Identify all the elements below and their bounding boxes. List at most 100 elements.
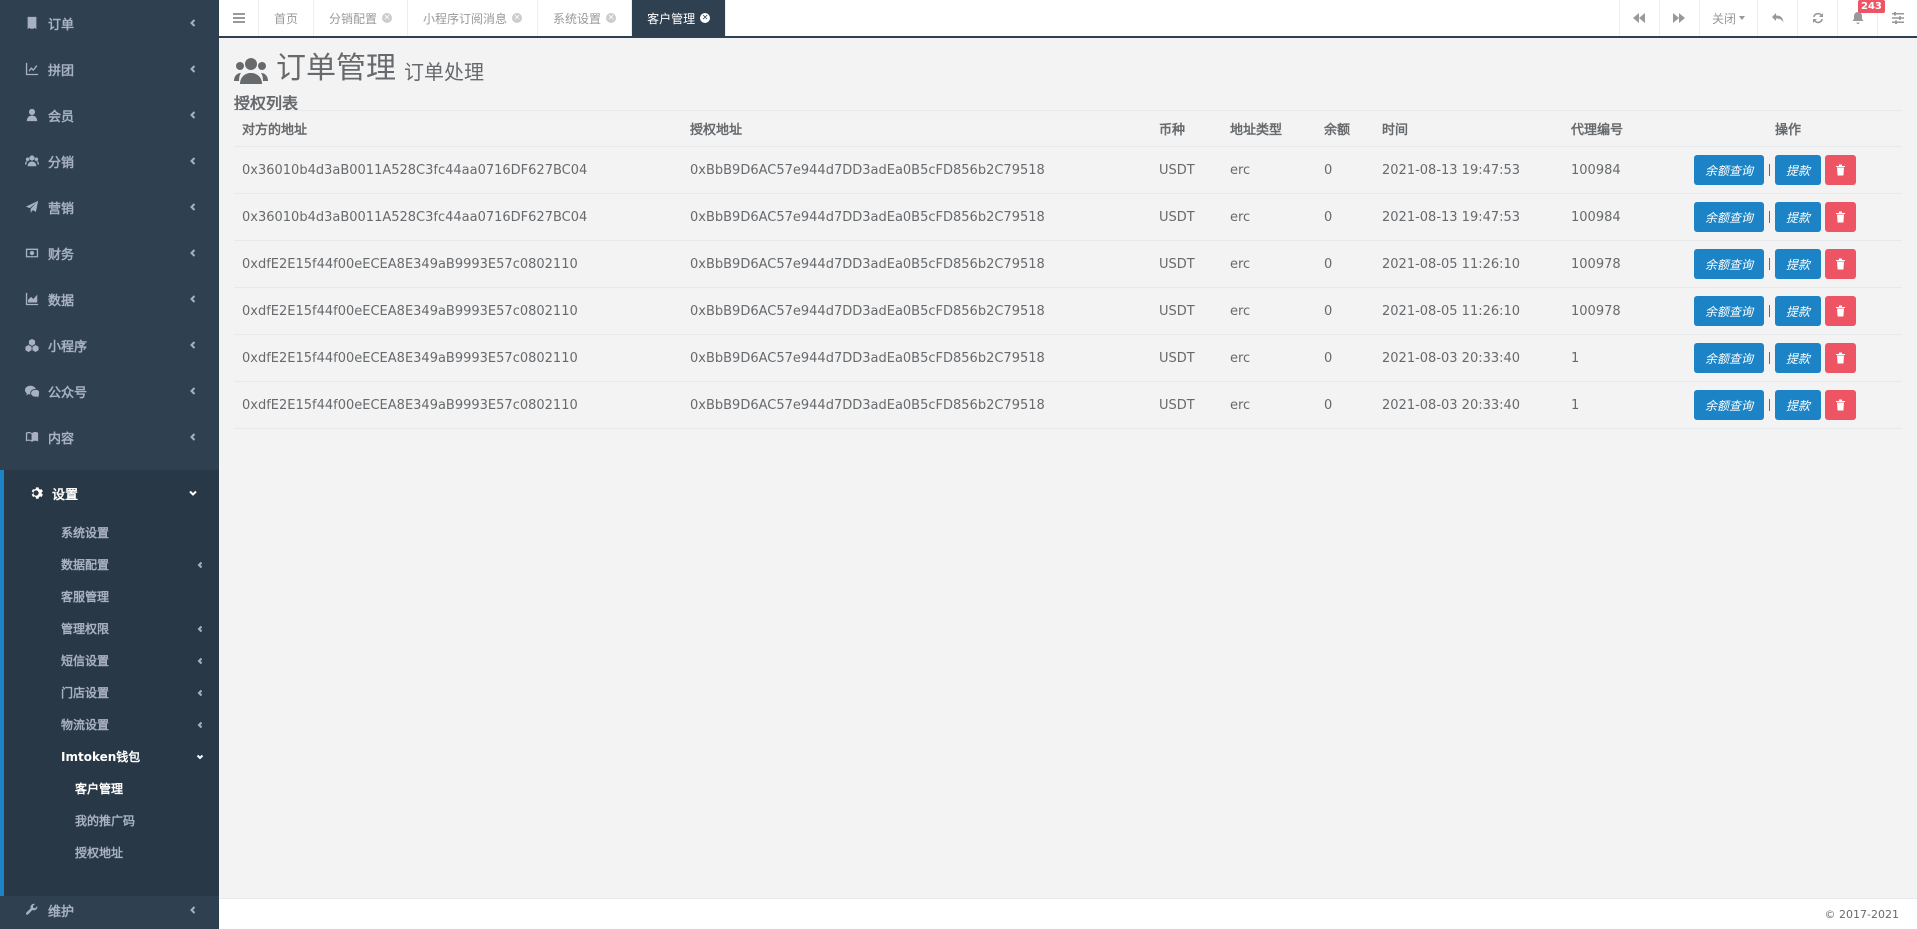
cell-agent: 100984 [1563, 193, 1674, 241]
receipt-icon [24, 16, 40, 30]
cell-type: erc [1222, 334, 1316, 382]
delete-button[interactable] [1825, 155, 1857, 185]
separator [1769, 352, 1770, 364]
tab-bar: 首页 分销配置 ✕ 小程序订阅消息 ✕ 系统设置 ✕ 客户管理 ✕ 关闭 243 [219, 0, 1917, 38]
sidebar-subitem-label: 系统设置 [61, 525, 110, 540]
chevron-left-icon [187, 904, 199, 916]
sidebar-item-5[interactable]: 财务 [0, 230, 219, 276]
cell-auth: 0xBbB9D6AC57e944d7DD3adEa0B5cFD856b2C795… [682, 240, 1151, 288]
sidebar-group-settings: 设置 系统设置数据配置 客服管理 管理权限短信设置门店设置物流设置 Imtoken钱包… [0, 470, 219, 896]
undo-icon [1771, 13, 1783, 23]
cell-coin: USDT [1151, 381, 1222, 429]
sidebar-item-7[interactable]: 小程序 [0, 322, 219, 368]
delete-button[interactable] [1825, 202, 1857, 232]
sidebar-item-8[interactable]: 公众号 [0, 368, 219, 414]
sidebar-wallet-item-1[interactable]: 我的推广码 [4, 804, 219, 836]
withdraw-button[interactable]: 提款 [1775, 202, 1821, 232]
tab-4[interactable]: 客户管理 ✕ [632, 0, 727, 36]
table-header-row: 对方的地址 授权地址 币种 地址类型 余额 时间 代理编号 操作 [234, 110, 1902, 147]
separator [1769, 399, 1770, 411]
table-row: 0x36010b4d3aB0011A528C3fc44aa0716DF627BC… [234, 193, 1902, 241]
sidebar-subitem-4[interactable]: 短信设置 [4, 644, 219, 676]
sidebar-item-2[interactable]: 会员 [0, 92, 219, 138]
refresh-icon [1812, 12, 1823, 24]
withdraw-button[interactable]: 提款 [1775, 155, 1821, 185]
sidebar-subitem-7[interactable]: Imtoken钱包 [4, 740, 219, 772]
gear-icon [28, 486, 44, 500]
cell-time: 2021-08-03 20:33:40 [1374, 334, 1563, 382]
table-row: 0xdfE2E15f44f00eECEA8E349aB9993E57c08021… [234, 287, 1902, 335]
balance-query-button[interactable]: 余额查询 [1694, 390, 1764, 420]
scroll-tabs-left-button[interactable] [1618, 0, 1659, 36]
back-button[interactable] [1757, 0, 1797, 36]
balance-query-button[interactable]: 余额查询 [1694, 296, 1764, 326]
authorization-table: 对方的地址 授权地址 币种 地址类型 余额 时间 代理编号 操作 0x36010… [234, 110, 1902, 429]
notifications-button[interactable]: 243 [1837, 0, 1885, 36]
bell-icon [1852, 12, 1863, 24]
delete-button[interactable] [1825, 249, 1857, 279]
refresh-button[interactable] [1797, 0, 1837, 36]
balance-query-button[interactable]: 余额查询 [1694, 202, 1764, 232]
sidebar-item-1[interactable]: 拼团 [0, 46, 219, 92]
sidebar-subitem-3[interactable]: 管理权限 [4, 612, 219, 644]
cell-type: erc [1222, 381, 1316, 429]
balance-query-button[interactable]: 余额查询 [1694, 249, 1764, 279]
close-tabs-label: 关闭 [1711, 11, 1736, 26]
sidebar-item-settings[interactable]: 设置 [4, 470, 219, 516]
cell-coin: USDT [1151, 193, 1222, 241]
withdraw-button[interactable]: 提款 [1775, 296, 1821, 326]
tab-label: 系统设置 [553, 11, 602, 26]
chart-line-icon [24, 62, 40, 76]
tab-3[interactable]: 系统设置 ✕ [538, 0, 633, 36]
close-icon[interactable]: ✕ [512, 13, 523, 23]
withdraw-button[interactable]: 提款 [1775, 249, 1821, 279]
tab-0[interactable]: 首页 [259, 0, 315, 36]
sidebar-item-0[interactable]: 订单 [0, 0, 219, 46]
cell-actions: 余额查询 提款 [1674, 146, 1902, 194]
sidebar-subitem-label: 短信设置 [61, 653, 110, 668]
sidebar-item-label: 数据 [48, 293, 75, 309]
delete-button[interactable] [1825, 390, 1857, 420]
delete-button[interactable] [1825, 296, 1857, 326]
sidebar-subitem-5[interactable]: 门店设置 [4, 676, 219, 708]
close-icon[interactable]: ✕ [700, 13, 711, 23]
paper-plane-icon [24, 200, 40, 214]
sidebar-subitem-1[interactable]: 数据配置 [4, 548, 219, 580]
sidebar-wallet-item-2[interactable]: 授权地址 [4, 836, 219, 868]
delete-button[interactable] [1825, 343, 1857, 373]
backward-icon [1633, 13, 1646, 23]
table-row: 0x36010b4d3aB0011A528C3fc44aa0716DF627BC… [234, 146, 1902, 194]
sidebar-subitem-0[interactable]: 系统设置 [4, 516, 219, 548]
trash-icon [1835, 258, 1846, 270]
withdraw-button[interactable]: 提款 [1775, 390, 1821, 420]
sidebar-subitem-6[interactable]: 物流设置 [4, 708, 219, 740]
caret-down-icon [1739, 16, 1745, 20]
close-icon[interactable]: ✕ [382, 13, 393, 23]
tab-1[interactable]: 分销配置 ✕ [314, 0, 409, 36]
cell-from: 0xdfE2E15f44f00eECEA8E349aB9993E57c08021… [234, 240, 682, 288]
user-icon [24, 108, 40, 122]
sidebar-item-4[interactable]: 营销 [0, 184, 219, 230]
chevron-left-icon [187, 431, 199, 443]
close-icon[interactable]: ✕ [606, 13, 617, 23]
withdraw-button[interactable]: 提款 [1775, 343, 1821, 373]
sidebar-item-label: 设置 [52, 487, 79, 503]
balance-query-button[interactable]: 余额查询 [1694, 343, 1764, 373]
sidebar-subitem-2[interactable]: 客服管理 [4, 580, 219, 612]
tab-2[interactable]: 小程序订阅消息 ✕ [408, 0, 539, 36]
close-tabs-dropdown[interactable]: 关闭 [1698, 0, 1757, 36]
sidebar-wallet-item-0[interactable]: 客户管理 [4, 772, 219, 804]
sidebar-item-6[interactable]: 数据 [0, 276, 219, 322]
cell-type: erc [1222, 146, 1316, 194]
sidebar-item-label: 营销 [48, 201, 75, 217]
scroll-tabs-right-button[interactable] [1658, 0, 1699, 36]
sidebar-item-3[interactable]: 分销 [0, 138, 219, 184]
sidebar-item-maintenance[interactable]: 维护 [0, 887, 219, 929]
separator [1769, 258, 1770, 270]
sidebar-subitem-label: 门店设置 [61, 685, 110, 700]
sidebar-item-9[interactable]: 内容 [0, 414, 219, 460]
column-header: 余额 [1316, 110, 1374, 147]
balance-query-button[interactable]: 余额查询 [1694, 155, 1764, 185]
wechat-icon [24, 384, 40, 398]
menu-toggle-button[interactable] [219, 0, 259, 36]
